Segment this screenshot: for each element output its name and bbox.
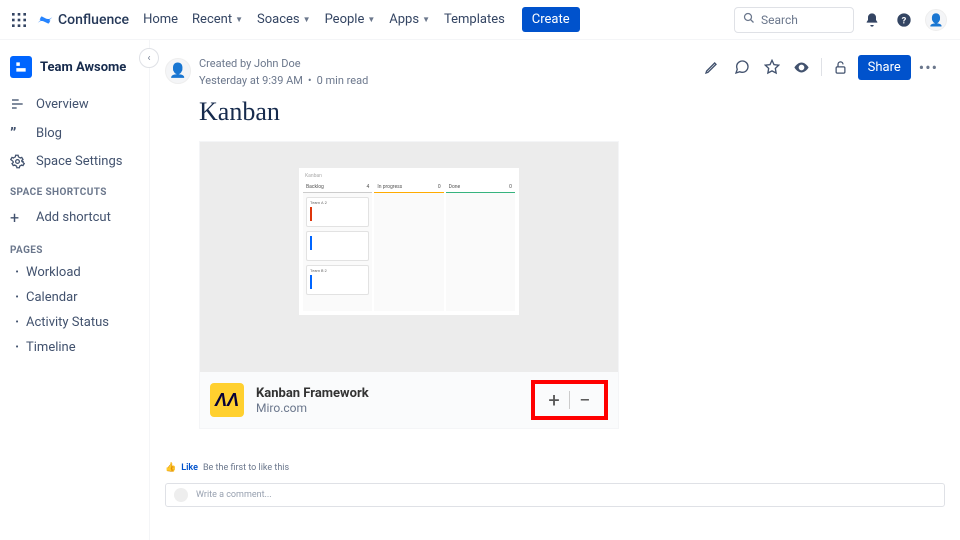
page-timestamp: Yesterday at 9:39 AM (199, 74, 303, 87)
star-icon[interactable] (759, 54, 785, 80)
top-nav: Confluence Home Recent▼ Soaces▼ People▼ … (0, 0, 960, 40)
like-status: Be the first to like this (203, 463, 289, 473)
author-name: John Doe (254, 57, 301, 70)
shortcuts-heading: SPACE SHORTCUTS (6, 175, 143, 202)
nav-templates[interactable]: Templates (444, 12, 505, 27)
create-button[interactable]: Create (522, 7, 580, 32)
share-button[interactable]: Share (858, 55, 911, 80)
nav-home[interactable]: Home (143, 12, 178, 27)
embed-title: Kanban Framework (256, 386, 369, 401)
sidebar-item-overview[interactable]: Overview (6, 90, 143, 118)
space-name: Team Awsome (40, 60, 126, 75)
page-title: Kanban (199, 97, 945, 127)
comment-placeholder: Write a comment... (196, 490, 272, 500)
comment-avatar (174, 488, 188, 502)
sidebar-item-space-settings[interactable]: Space Settings (6, 148, 143, 175)
profile-avatar[interactable]: 👤 (922, 6, 950, 34)
embed-preview[interactable]: Kanban Backlog4 Team A 2 Team B 2 (200, 142, 618, 372)
pages-heading: PAGES (6, 233, 143, 260)
app-switcher-icon[interactable] (10, 11, 28, 29)
gear-icon (10, 154, 30, 169)
svg-text:?: ? (902, 15, 907, 26)
add-shortcut-button[interactable]: + Add shortcut (6, 202, 143, 233)
confluence-logo[interactable]: Confluence (36, 11, 129, 29)
nav-apps[interactable]: Apps▼ (389, 12, 430, 27)
more-actions-icon[interactable]: ••• (915, 58, 942, 77)
embed-source: Miro.com (256, 401, 369, 415)
like-button[interactable]: Like (181, 463, 198, 473)
restrictions-icon[interactable] (828, 54, 854, 80)
zoom-controls: + − (531, 380, 608, 420)
plus-icon: + (10, 208, 30, 227)
blog-icon: ” (10, 124, 30, 142)
miro-embed: Kanban Backlog4 Team A 2 Team B 2 (199, 141, 619, 429)
space-icon (10, 56, 32, 78)
search-icon (743, 12, 755, 27)
product-name: Confluence (58, 12, 129, 28)
edit-icon[interactable] (699, 54, 725, 80)
main-content: Share ••• 👤 Created by John Doe Yesterda… (150, 40, 960, 540)
chevron-down-icon: ▼ (422, 15, 430, 24)
sidebar: ‹ Team Awsome Overview ” Blog Space Sett… (0, 40, 150, 540)
author-avatar[interactable]: 👤 (165, 58, 191, 84)
watch-icon[interactable] (789, 54, 815, 80)
overview-icon (10, 96, 30, 112)
divider (821, 58, 822, 76)
like-row: 👍 Like Be the first to like this (165, 463, 945, 473)
notifications-icon[interactable] (858, 6, 886, 34)
nav-recent[interactable]: Recent▼ (192, 12, 243, 27)
page-tree-item[interactable]: Activity Status (10, 310, 143, 335)
chevron-down-icon: ▼ (367, 15, 375, 24)
search-input[interactable]: Search (734, 7, 854, 33)
sidebar-item-blog[interactable]: ” Blog (6, 118, 143, 148)
comment-input[interactable]: Write a comment... (165, 483, 945, 507)
comment-icon[interactable] (729, 54, 755, 80)
nav-people[interactable]: People▼ (325, 12, 376, 27)
page-tree-item[interactable]: Timeline (10, 335, 143, 360)
zoom-out-button[interactable]: − (574, 390, 596, 410)
chevron-down-icon: ▼ (303, 15, 311, 24)
read-time: 0 min read (317, 74, 369, 87)
thumbs-up-icon[interactable]: 👍 (165, 463, 176, 473)
nav-spaces[interactable]: Soaces▼ (257, 12, 311, 27)
space-header[interactable]: Team Awsome (6, 50, 143, 84)
miro-icon: ɅɅ (210, 383, 244, 417)
zoom-in-button[interactable]: + (543, 390, 565, 410)
page-tree-item[interactable]: Workload (10, 260, 143, 285)
help-icon[interactable]: ? (890, 6, 918, 34)
search-placeholder: Search (761, 13, 798, 27)
chevron-down-icon: ▼ (235, 15, 243, 24)
page-tree-item[interactable]: Calendar (10, 285, 143, 310)
page-actions: Share ••• (699, 54, 942, 80)
